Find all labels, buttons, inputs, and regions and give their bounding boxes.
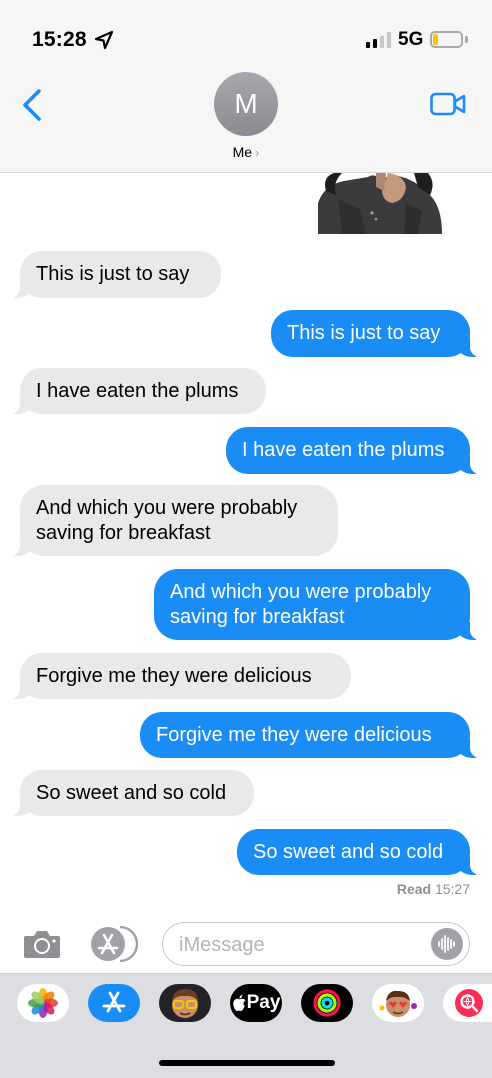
message-text: This is just to say <box>287 322 441 344</box>
battery-icon <box>430 31 463 48</box>
message-text: This is just to say <box>36 263 190 285</box>
apple-pay-label: Pay <box>246 992 281 1013</box>
home-indicator[interactable] <box>159 1060 335 1066</box>
incoming-message[interactable]: I have eaten the plums <box>10 368 266 414</box>
message-input-field[interactable] <box>162 922 470 966</box>
read-receipt: Read 15:27 <box>397 881 470 897</box>
message-text: So sweet and so cold <box>253 840 444 863</box>
location-arrow-icon <box>94 30 114 50</box>
battery-cap <box>465 36 468 43</box>
web-search-icon[interactable] <box>443 984 492 1022</box>
contact-name: Me <box>232 144 253 160</box>
imessage-input[interactable] <box>179 932 419 958</box>
photos-icon[interactable] <box>17 984 69 1022</box>
outgoing-message[interactable]: This is just to say <box>271 310 480 357</box>
status-time: 15:28 <box>32 28 87 51</box>
incoming-message[interactable]: So sweet and so cold <box>10 770 254 816</box>
camera-icon[interactable] <box>22 928 62 960</box>
outgoing-message[interactable]: Forgive me they were delicious <box>140 712 480 758</box>
signal-strength-icon <box>366 32 391 48</box>
message-text: Forgive me they were delicious <box>36 664 312 687</box>
avatar-initial: M <box>234 88 258 119</box>
message-text: And which you were probably saving for b… <box>170 580 432 628</box>
activity-icon[interactable] <box>301 984 353 1022</box>
conversation-header: 15:28 5G M Me › <box>0 0 492 173</box>
audio-message-button[interactable] <box>431 928 463 960</box>
incoming-message[interactable]: This is just to say <box>10 251 221 298</box>
animoji-stickers-icon[interactable] <box>372 984 424 1022</box>
message-text: Forgive me they were delicious <box>156 723 432 746</box>
outgoing-message[interactable]: I have eaten the plums <box>226 427 480 474</box>
message-text: So sweet and so cold <box>36 781 227 804</box>
app-store-icon[interactable] <box>88 984 140 1022</box>
waveform-icon <box>438 935 455 953</box>
memoji-sticker-image <box>318 173 442 234</box>
apple-pay-icon[interactable]: Pay <box>230 984 282 1022</box>
apple-logo-icon <box>232 994 246 1011</box>
incoming-message[interactable]: Forgive me they were delicious <box>10 653 351 699</box>
read-time: 15:27 <box>434 881 470 897</box>
outgoing-message[interactable]: And which you were probably saving for b… <box>154 569 480 640</box>
contact-avatar[interactable]: M <box>214 72 278 136</box>
network-type: 5G <box>398 29 424 50</box>
message-text: And which you were probably saving for b… <box>36 496 298 544</box>
incoming-message[interactable]: And which you were probably saving for b… <box>10 485 338 556</box>
outgoing-message[interactable]: So sweet and so cold <box>237 829 480 875</box>
message-text: I have eaten the plums <box>36 379 239 402</box>
read-label: Read <box>396 881 432 897</box>
app-store-button[interactable] <box>90 926 140 962</box>
video-camera-icon[interactable] <box>430 92 466 116</box>
back-button[interactable] <box>20 88 44 122</box>
contact-name-button[interactable]: Me › <box>0 144 492 160</box>
message-text: I have eaten the plums <box>242 439 445 461</box>
memoji-icon[interactable] <box>159 984 211 1022</box>
chevron-right-icon: › <box>255 145 260 160</box>
